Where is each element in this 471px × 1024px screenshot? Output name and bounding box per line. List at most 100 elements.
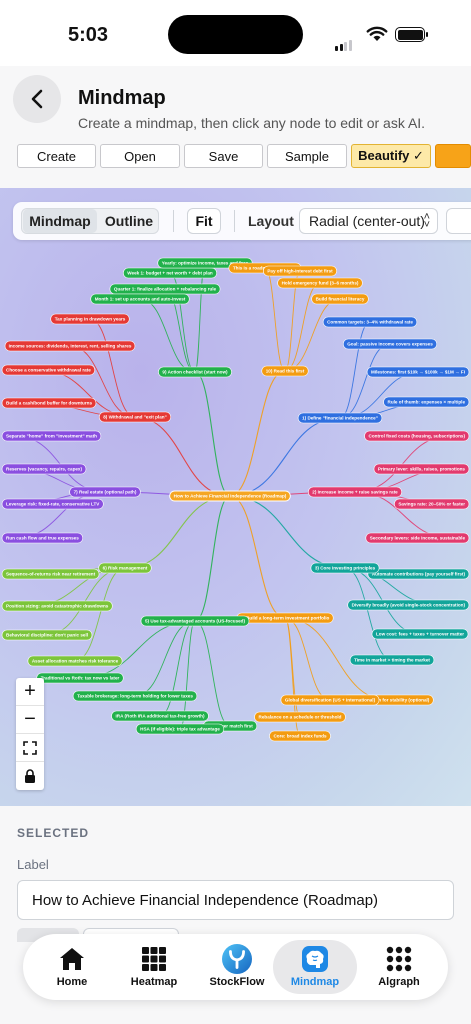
toolbar-divider [173,210,174,232]
mindmap-branch-node[interactable]: 7) Real estate (optional path) [69,486,141,498]
lock-button[interactable] [16,762,44,790]
mindmap-leaf-node[interactable]: Run cash flow and true expenses [1,532,84,544]
node-label: Hold emergency fund (3–6 months) [282,281,359,286]
zoom-in-button[interactable]: + [16,678,44,706]
brain-icon [300,944,330,974]
mindmap-edge [74,567,126,662]
mindmap-graph[interactable]: Common targets: 3–4% withdrawal rate Goal… [0,188,471,806]
fit-button[interactable]: Fit [187,208,221,234]
chevron-left-icon [31,89,43,109]
more-options-button[interactable] [446,208,471,234]
mindmap-leaf-node[interactable]: Tax planning in drawdown years [50,313,130,325]
node-label: Control fixed costs (housing, subscripti… [369,434,466,439]
node-label: How to Achieve Financial Independence (R… [174,494,287,499]
node-label: Pay off high-interest debt first [267,269,333,274]
back-button[interactable] [13,75,61,123]
mindmap-leaf-node[interactable]: Month 1: set up accounts and auto-invest [90,293,190,305]
status-bar: 5:03 [0,0,471,66]
fit-view-button[interactable] [16,734,44,762]
mindmap-leaf-node[interactable]: Build a cash/bond buffer for downturns [1,397,97,409]
tab-mindmap[interactable]: Mindmap [273,940,357,994]
mindmap-branch-node[interactable]: 8) Withdrawal and "exit plan" [98,411,172,423]
mindmap-leaf-node[interactable]: Reserves (vacancy, repairs, capex) [1,463,87,475]
mindmap-leaf-node[interactable]: Global diversification (US + internation… [280,694,380,706]
mindmap-leaf-node[interactable]: Asset allocation matches risk tolerance [27,655,123,667]
node-label: 10) Read this first [266,369,305,374]
mindmap-branch-node[interactable]: 6) Risk management [98,562,152,574]
mindmap-branch-node[interactable]: 1) Define "financial independence" [297,412,383,424]
chevron-updown-icon: ˄ ˅ [423,211,430,231]
save-button[interactable]: Save [184,144,263,168]
mindmap-edge [194,495,231,622]
mindmap-leaf-node[interactable]: Sequence-of-returns risk near retirement [1,568,100,580]
mindmap-leaf-node[interactable]: Time in market > timing the market [349,654,435,666]
mindmap-leaf-node[interactable]: Separate "home" from "investment" math [1,430,102,442]
tab-stockflow[interactable]: StockFlow [195,940,279,994]
mindmap-branch-node[interactable]: 9) Action checklist (start now) [158,366,232,378]
tab-home[interactable]: Home [30,940,114,994]
layout-select[interactable]: Radial (center-out) ˄ ˅ [299,208,438,234]
mindmap-branch-node[interactable]: 10) Read this first [261,365,309,377]
node-label: Traditional vs Roth: tax now vs later [41,676,120,681]
mindmap-branch-node[interactable]: 5) Use tax-advantaged accounts (US-focus… [140,615,250,627]
node-label-input[interactable]: How to Achieve Financial Independence (R… [17,880,454,920]
node-label: Primary lever: skills, raises, promotion… [378,467,466,472]
node-label: Time in market > timing the market [354,658,430,663]
mindmap-edge [194,620,231,727]
tab-mindmap-view[interactable]: Mindmap [23,209,97,233]
node-label: Quarter 1: finalize allocation + rebalan… [114,287,217,292]
mindmap-canvas[interactable]: Common targets: 3–4% withdrawal rate Goal… [0,188,471,806]
mindmap-leaf-node[interactable]: Goal: passive income covers expenses [342,338,438,350]
mindmap-leaf-node[interactable]: Automate contributions (pay yourself fir… [367,568,470,580]
mindmap-leaf-node[interactable]: IRA (Roth IRA additional tax-free growth… [111,710,209,722]
mindmap-branch-node[interactable]: 2) Increase income + raise savings rate [307,486,403,498]
tab-algraph[interactable]: Algraph [357,940,441,994]
mindmap-leaf-node[interactable]: Milestones: first $10k → $100k → $1M → F… [366,366,470,378]
mindmap-leaf-node[interactable]: Savings rate: 20–50% or faster [394,498,470,510]
mindmap-branch-node[interactable]: 4) Build a long-term investment portfoli… [236,612,334,624]
create-button[interactable]: Create [17,144,96,168]
sample-button[interactable]: Sample [267,144,347,168]
mindmap-leaf-node[interactable]: Rebalance on a schedule or threshold [254,711,346,723]
mindmap-leaf-node[interactable]: Position sizing: avoid catastrophic draw… [1,600,113,612]
fullscreen-icon [23,740,37,755]
minus-icon: − [24,708,36,730]
overflow-action-button[interactable] [435,144,471,168]
open-button[interactable]: Open [100,144,180,168]
mindmap-branch-node[interactable]: 3) Core investing principles [310,562,380,574]
mindmap-leaf-node[interactable]: Leverage risk: fixed-rate, conservative … [1,498,104,510]
mindmap-leaf-node[interactable]: Core: broad index funds [269,730,331,742]
mindmap-edge [229,370,286,497]
mindmap-leaf-node[interactable]: Week 1: budget + net worth + debt plan [122,267,218,279]
node-label: Week 1: budget + net worth + debt plan [127,271,213,276]
beautify-button[interactable]: Beautify ✓ [351,144,431,168]
mindmap-leaf-node[interactable]: Choose a conservative withdrawal rate [1,364,96,376]
zoom-out-button[interactable]: − [16,706,44,734]
mindmap-leaf-node[interactable]: Hold emergency fund (3–6 months) [277,277,363,289]
node-label: 8) Withdrawal and "exit plan" [103,415,167,420]
node-label: Position sizing: avoid catastrophic draw… [6,604,109,609]
mindmap-leaf-node[interactable]: Pay off high-interest debt first [263,265,337,277]
mindmap-leaf-node[interactable]: Traditional vs Roth: tax now vs later [36,672,124,684]
mindmap-root-node[interactable]: How to Achieve Financial Independence (R… [169,490,291,502]
mindmap-leaf-node[interactable]: Income sources: dividends, interest, ren… [4,340,136,352]
mindmap-leaf-node[interactable]: Taxable brokerage: long-term holding for… [72,690,198,702]
node-label: 5) Use tax-advantaged accounts (US-focus… [145,619,246,624]
mindmap-leaf-node[interactable]: Diversify broadly (avoid single-stock co… [347,599,470,611]
mindmap-leaf-node[interactable]: Behavioral discipline: don't panic sell [1,629,93,641]
tab-label: Heatmap [130,976,178,988]
mindmap-leaf-node[interactable]: Rule of thumb: expenses × multiple [383,396,470,408]
view-toolbar: Mindmap Outline Fit Layout Radial (cente… [13,202,471,240]
mindmap-leaf-node[interactable]: Low cost: fees + taxes + turnover matter [371,628,469,640]
wifi-icon [366,26,388,47]
dots-grid-icon [384,944,414,974]
mindmap-leaf-node[interactable]: Secondary levers: side income, sustainab… [365,532,470,544]
mindmap-leaf-node[interactable]: Build financial literacy [311,293,369,305]
mindmap-leaf-node[interactable]: Common targets: 3–4% withdrawal rate [322,316,418,328]
mindmap-leaf-node[interactable]: Control fixed costs (housing, subscripti… [364,430,470,442]
mindmap-leaf-node[interactable]: Primary lever: skills, raises, promotion… [373,463,470,475]
tab-heatmap[interactable]: Heatmap [112,940,196,994]
tab-outline-view[interactable]: Outline [100,209,158,233]
mindmap-leaf-node[interactable]: Quarter 1: finalize allocation + rebalan… [109,283,221,295]
mindmap-leaf-node[interactable]: HSA (if eligible): triple tax advantage [135,723,225,735]
